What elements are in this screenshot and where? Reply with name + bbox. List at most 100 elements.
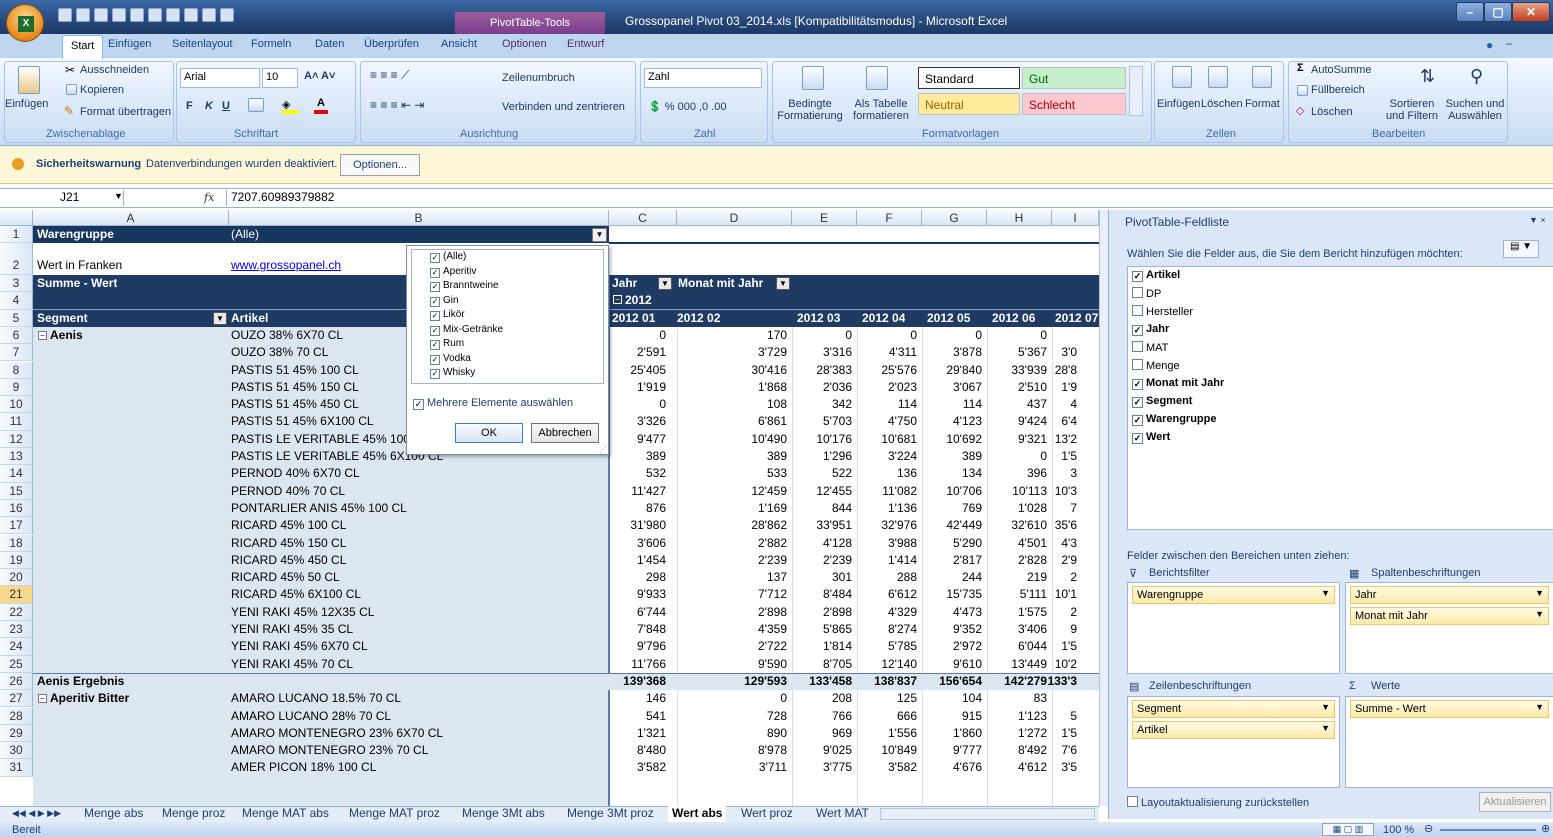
tab-optionen[interactable]: Optionen bbox=[502, 38, 547, 50]
row-header-27[interactable]: 27 bbox=[0, 690, 33, 708]
area-field-dropdown-icon[interactable]: ▼ bbox=[1535, 588, 1544, 598]
paste-icon[interactable] bbox=[18, 66, 40, 94]
area-field-item[interactable]: Jahr ▼ bbox=[1350, 586, 1549, 604]
row-header-25[interactable]: 25 bbox=[0, 655, 33, 673]
column-header-b[interactable]: B bbox=[229, 210, 609, 226]
align-left-icon[interactable]: ≡ ≡ ≡ ⇤ ⇥ bbox=[370, 98, 424, 112]
sheet-tab[interactable]: Menge 3Mt abs bbox=[458, 806, 549, 822]
sheet-tab[interactable]: Menge 3Mt proz bbox=[563, 806, 658, 822]
area-field-item[interactable]: Summe - Wert ▼ bbox=[1350, 700, 1549, 718]
zoom-out-icon[interactable]: ⊖ bbox=[1424, 822, 1433, 835]
security-options-button[interactable]: Optionen... bbox=[340, 154, 420, 176]
layout-button[interactable]: ▤ ▼ bbox=[1503, 240, 1539, 258]
styles-scroll[interactable] bbox=[1129, 66, 1143, 116]
number-format-buttons[interactable]: 💲 % 000 ,0 .00 bbox=[648, 100, 727, 113]
filter-item[interactable]: ✓ Aperitiv bbox=[412, 265, 603, 280]
area-field-item[interactable]: Warengruppe ▼ bbox=[1132, 586, 1335, 604]
filter-item-checkbox[interactable]: ✓ bbox=[430, 267, 440, 278]
warengruppe-filter-value[interactable]: (Alle) bbox=[229, 226, 609, 243]
field-checkbox[interactable]: ✓ bbox=[1132, 433, 1143, 444]
collapse-segment-icon[interactable]: − bbox=[38, 330, 47, 340]
sort-filter-icon[interactable]: ⇅ bbox=[1420, 66, 1435, 87]
delete-cells-button[interactable]: Löschen bbox=[1201, 98, 1243, 110]
column-header-f[interactable]: F bbox=[857, 210, 922, 226]
jahr-filter-icon[interactable]: ▼ bbox=[658, 277, 672, 290]
zoom-slider[interactable] bbox=[1440, 829, 1536, 831]
field-checkbox[interactable]: ✓ bbox=[1132, 415, 1143, 426]
field-item[interactable]: ✓ Monat mit Jahr bbox=[1128, 377, 1553, 395]
field-item[interactable]: Hersteller bbox=[1128, 305, 1553, 323]
filter-item-checkbox[interactable]: ✓ bbox=[430, 282, 440, 292]
row-labels-area[interactable]: Segment ▼ Artikel ▼ bbox=[1127, 696, 1340, 788]
quick-access-toolbar[interactable] bbox=[58, 8, 234, 22]
field-checkbox[interactable]: ✓ bbox=[1132, 379, 1143, 390]
row-header-31[interactable]: 31 bbox=[0, 759, 33, 777]
autosum-button[interactable]: AutoSumme bbox=[1311, 64, 1372, 76]
field-checkbox[interactable]: ✓ bbox=[1132, 271, 1143, 282]
row-header-26[interactable]: 26 bbox=[0, 672, 33, 691]
row-header-2[interactable]: 2 bbox=[0, 243, 33, 275]
style-standard[interactable]: Standard bbox=[918, 67, 1020, 89]
formula-input[interactable]: 7207.60989379882 bbox=[226, 190, 1546, 206]
row-header-23[interactable]: 23 bbox=[0, 621, 33, 639]
underline-button[interactable]: U bbox=[222, 100, 230, 112]
sheet-tab[interactable]: Menge MAT proz bbox=[345, 806, 444, 822]
area-field-item[interactable]: Monat mit Jahr ▼ bbox=[1350, 607, 1549, 625]
italic-button[interactable]: K bbox=[205, 100, 213, 112]
format-painter-button[interactable]: Format übertragen bbox=[80, 106, 171, 118]
column-header-a[interactable]: A bbox=[33, 210, 229, 226]
font-name-combo[interactable]: Arial bbox=[180, 68, 260, 88]
defer-update-checkbox[interactable]: Layoutaktualisierung zurückstellen bbox=[1127, 796, 1309, 809]
filter-dropdown-button[interactable]: ▼ bbox=[592, 228, 607, 242]
format-as-table-button[interactable]: Als Tabelle formatieren bbox=[848, 98, 914, 122]
field-checkbox[interactable] bbox=[1132, 341, 1143, 352]
area-field-dropdown-icon[interactable]: ▼ bbox=[1535, 609, 1544, 619]
sheet-tab[interactable]: Wert proz bbox=[737, 806, 797, 822]
area-field-dropdown-icon[interactable]: ▼ bbox=[1321, 702, 1330, 712]
office-button[interactable]: X bbox=[6, 4, 44, 42]
tab-start[interactable]: Start bbox=[62, 35, 104, 59]
field-item[interactable]: ✓ Warengruppe bbox=[1128, 413, 1553, 431]
row-header-13[interactable]: 13 bbox=[0, 448, 33, 466]
filter-item-checkbox[interactable]: ✓ bbox=[430, 253, 440, 263]
font-color-icon[interactable]: A bbox=[314, 97, 328, 114]
row-header-18[interactable]: 18 bbox=[0, 534, 33, 552]
tab-seitenlayout[interactable]: Seitenlayout bbox=[172, 38, 233, 50]
insert-cells-button[interactable]: Einfügen bbox=[1157, 98, 1200, 110]
row-header-3[interactable]: 3 bbox=[0, 275, 33, 293]
field-checkbox[interactable] bbox=[1132, 287, 1143, 298]
sheet-tab[interactable]: Menge abs bbox=[80, 806, 147, 822]
maximize-button[interactable]: ▢ bbox=[1484, 2, 1512, 22]
area-field-dropdown-icon[interactable]: ▼ bbox=[1321, 588, 1330, 598]
column-header-c[interactable]: C bbox=[609, 210, 677, 226]
filter-item[interactable]: ✓ Gin bbox=[412, 294, 603, 309]
field-item[interactable]: Menge bbox=[1128, 359, 1553, 377]
filter-item[interactable]: ✓ Likör bbox=[412, 308, 603, 323]
select-all-corner[interactable] bbox=[0, 210, 33, 226]
report-filter-area[interactable]: Warengruppe ▼ bbox=[1127, 582, 1340, 674]
sheet-tab[interactable]: Menge MAT abs bbox=[238, 806, 333, 822]
fx-icon[interactable]: fx bbox=[204, 191, 214, 204]
horizontal-scrollbar[interactable] bbox=[880, 808, 1095, 820]
dropdown-resize-grip[interactable]: ⋰ bbox=[599, 445, 607, 454]
style-good[interactable]: Gut bbox=[1022, 67, 1126, 89]
align-top-icon[interactable]: ≡ ≡ ≡ ⟋ bbox=[370, 68, 409, 83]
filter-item-checkbox[interactable]: ✓ bbox=[430, 325, 440, 336]
field-checkbox[interactable] bbox=[1132, 359, 1143, 370]
filter-item[interactable]: ✓ Mix-Getränke bbox=[412, 323, 603, 338]
sheet-nav-arrows[interactable]: ◀◀ ◀ ▶ ▶▶ bbox=[12, 808, 61, 819]
filter-item-checkbox[interactable]: ✓ bbox=[430, 354, 440, 365]
sort-filter-button[interactable]: Sortieren und Filtern bbox=[1382, 98, 1442, 122]
row-header-21[interactable]: 21 bbox=[0, 586, 33, 604]
tab-formeln[interactable]: Formeln bbox=[251, 38, 291, 50]
field-checkbox[interactable]: ✓ bbox=[1132, 397, 1143, 408]
filter-item-checkbox[interactable]: ✓ bbox=[430, 311, 440, 321]
column-header-e[interactable]: E bbox=[792, 210, 857, 226]
number-format-combo[interactable]: Zahl bbox=[644, 68, 762, 88]
row-header-5[interactable]: 5 bbox=[0, 309, 33, 327]
field-item[interactable]: MAT bbox=[1128, 341, 1553, 359]
paste-button[interactable]: Einfügen bbox=[5, 98, 48, 110]
border-icon[interactable] bbox=[248, 98, 264, 112]
filter-cancel-button[interactable]: Abbrechen bbox=[531, 423, 599, 443]
fill-color-icon[interactable]: ◈ bbox=[282, 98, 298, 114]
